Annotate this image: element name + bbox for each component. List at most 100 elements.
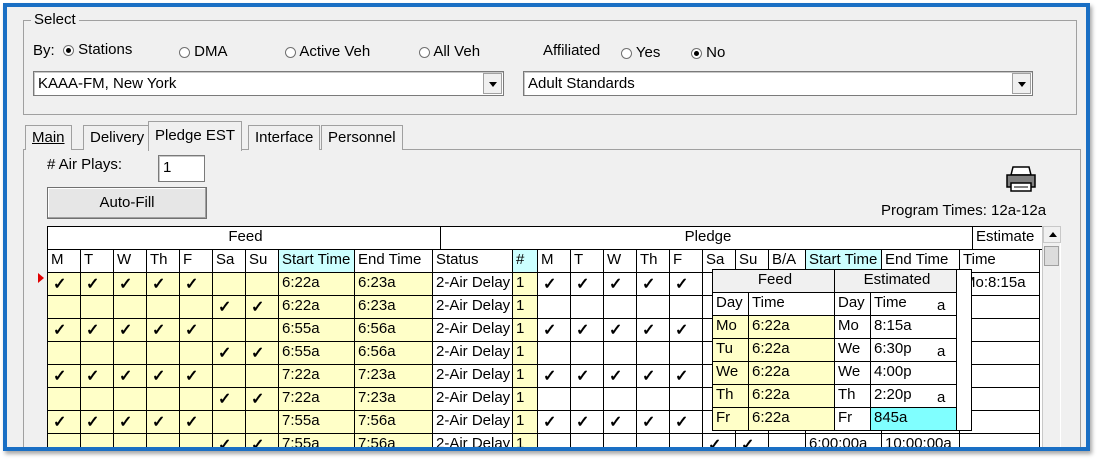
grid-cell[interactable] [180,342,213,365]
popup-cell[interactable]: We [835,339,871,362]
grid-cell[interactable] [81,388,114,411]
grid-cell[interactable]: ✓ [604,411,637,434]
grid-cell[interactable] [48,296,81,319]
tab-personnel[interactable]: Personnel [321,125,403,150]
grid-cell[interactable]: ✓ [147,411,180,434]
grid-cell[interactable] [114,342,147,365]
grid-cell[interactable]: ✓ [538,273,571,296]
grid-cell[interactable] [246,411,279,434]
grid-cell[interactable]: ✓ [114,365,147,388]
grid-cell[interactable]: ✓ [538,319,571,342]
printer-icon[interactable] [1005,165,1037,193]
grid-cell[interactable]: 1 [513,319,538,342]
grid-cell[interactable]: 7:22a [279,365,355,388]
grid-cell[interactable]: ✓ [147,365,180,388]
grid-cell[interactable]: 2-Air Delay [433,342,513,365]
grid-cell[interactable]: 7:56a [355,434,433,447]
grid-cell[interactable]: ✓ [213,296,246,319]
grid-cell[interactable]: 1 [513,434,538,447]
grid-cell[interactable]: ✓ [180,273,213,296]
grid-cell[interactable] [246,365,279,388]
grid-cell[interactable]: ✓ [637,273,670,296]
popup-edit-cell[interactable]: 845a [871,408,957,431]
grid-cell[interactable]: 6:22a [279,273,355,296]
grid-cell[interactable] [571,388,604,411]
grid-cell[interactable]: 7:23a [355,388,433,411]
grid-cell[interactable]: Mo:8:15a [960,273,1040,296]
grid-cell[interactable]: 2-Air Delay [433,273,513,296]
popup-cell[interactable]: 8:15a [871,316,957,339]
column-header[interactable]: F [180,250,213,273]
grid-cell[interactable] [604,342,637,365]
grid-cell[interactable] [48,388,81,411]
grid-cell[interactable]: ✓ [48,319,81,342]
grid-cell[interactable]: ✓ [81,365,114,388]
tab-main[interactable]: Main [25,125,72,150]
grid-cell[interactable] [81,296,114,319]
grid-cell[interactable] [147,434,180,447]
grid-cell[interactable] [246,319,279,342]
grid-cell[interactable] [48,342,81,365]
radio-yes-dot[interactable] [621,47,632,59]
grid-cell[interactable] [670,296,703,319]
radio-dma-dot[interactable] [179,46,190,58]
grid-cell[interactable]: 2-Air Delay [433,388,513,411]
grid-cell[interactable]: ✓ [571,365,604,388]
chevron-down-icon[interactable] [1012,73,1031,94]
grid-cell[interactable] [538,388,571,411]
grid-cell[interactable]: ✓ [604,319,637,342]
grid-cell[interactable] [604,296,637,319]
popup-cell[interactable]: We [713,362,749,385]
grid-cell[interactable] [538,342,571,365]
grid-cell[interactable]: ✓ [538,365,571,388]
grid-cell[interactable]: ✓ [637,411,670,434]
grid-cell[interactable]: 7:23a [355,365,433,388]
radio-yes[interactable]: Yes [621,44,660,61]
grid-cell[interactable]: 6:00:00a [806,434,882,447]
grid-cell[interactable]: 6:56a [355,319,433,342]
column-header[interactable]: W [114,250,147,273]
grid-cell[interactable]: ✓ [670,319,703,342]
grid-cell[interactable]: ✓ [213,434,246,447]
column-header[interactable]: # [513,250,538,273]
grid-cell[interactable] [960,388,1040,411]
grid-cell[interactable] [213,319,246,342]
grid-cell[interactable] [960,319,1040,342]
popup-cell[interactable]: 6:22a [749,408,835,431]
grid-cell[interactable]: 2-Air Delay [433,296,513,319]
grid-cell[interactable]: ✓ [670,273,703,296]
popup-cell[interactable]: Mo [713,316,749,339]
tab-pledge-est[interactable]: Pledge EST [148,121,243,151]
popup-cell[interactable]: Mo [835,316,871,339]
grid-cell[interactable]: ✓ [246,388,279,411]
grid-cell[interactable] [114,434,147,447]
grid-cell[interactable]: ✓ [670,365,703,388]
grid-cell[interactable]: ✓ [81,319,114,342]
grid-cell[interactable] [637,342,670,365]
grid-cell[interactable]: 7:22a [279,388,355,411]
grid-cell[interactable]: ✓ [147,319,180,342]
grid-cell[interactable]: 6:22a [279,296,355,319]
grid-cell[interactable]: 2-Air Delay [433,411,513,434]
radio-all-veh[interactable]: All Veh [419,43,480,60]
grid-cell[interactable] [147,296,180,319]
grid-cell[interactable]: ✓ [81,273,114,296]
grid-cell[interactable] [960,342,1040,365]
grid-cell[interactable] [637,296,670,319]
grid-cell[interactable]: 1 [513,411,538,434]
grid-cell[interactable]: 2-Air Delay [433,365,513,388]
grid-cell[interactable] [769,434,806,447]
popup-cell[interactable]: 6:22a [749,385,835,408]
radio-active-veh[interactable]: Active Veh [285,43,370,60]
grid-cell[interactable]: ✓ [48,411,81,434]
air-plays-input[interactable]: 1 [158,155,205,182]
grid-cell[interactable] [180,388,213,411]
grid-cell[interactable] [246,273,279,296]
grid-cell[interactable] [81,434,114,447]
column-header[interactable]: F [670,250,703,273]
tab-interface[interactable]: Interface [248,125,321,150]
popup-cell[interactable]: 6:22a [749,316,835,339]
grid-cell[interactable] [213,411,246,434]
grid-cell[interactable]: 10:00:00a [882,434,960,447]
radio-dma[interactable]: DMA [179,43,228,60]
